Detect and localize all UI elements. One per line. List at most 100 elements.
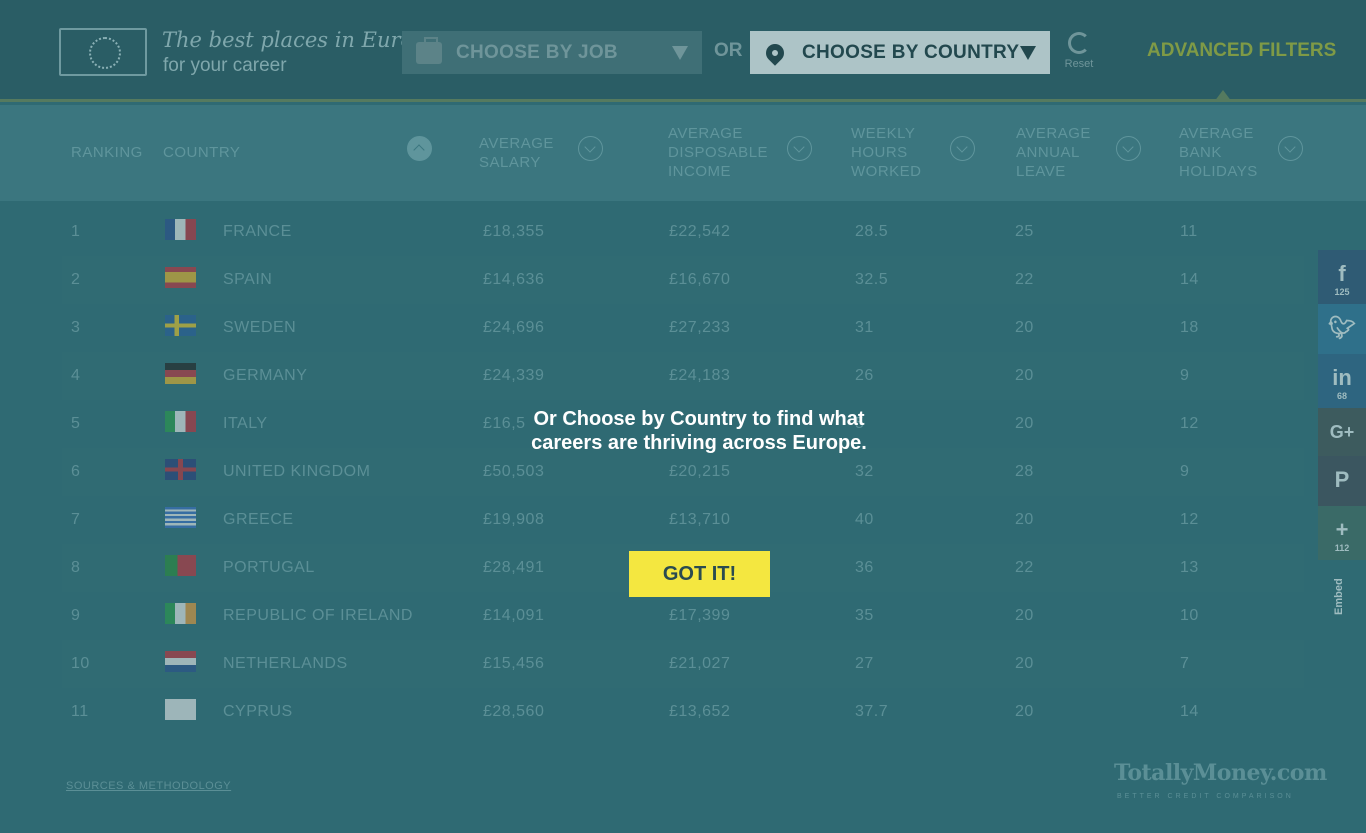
hours-cell: 28.5	[855, 223, 889, 240]
disposable-income-cell: £13,710	[669, 511, 731, 528]
bank-holidays-cell: 11	[1180, 223, 1198, 240]
googleplus-share-button[interactable]: G+	[1318, 408, 1366, 456]
sort-disposable-button[interactable]	[787, 136, 812, 161]
top-bar: The best places in Europe for your caree…	[0, 0, 1366, 102]
rank-cell: 6	[71, 463, 81, 480]
table-row: 9 REPUBLIC OF IRELAND £14,091 £17,399 35 20 10	[62, 592, 1304, 640]
sources-link[interactable]: SOURCES & METHODOLOGY	[66, 780, 231, 792]
salary-cell: £24,339	[483, 367, 545, 384]
more-share-button[interactable]: + 112	[1318, 506, 1366, 560]
advanced-filters-button[interactable]: ADVANCED FILTERS	[1147, 40, 1336, 62]
table-row: 11 CYPRUS £28,560 £13,652 37.7 20 14	[62, 688, 1304, 736]
reset-button[interactable]: Reset	[1062, 32, 1096, 74]
country-select[interactable]: CHOOSE BY COUNTRY	[750, 31, 1050, 74]
rank-cell: 3	[71, 319, 81, 336]
leave-cell: 20	[1015, 607, 1034, 624]
flag-icon	[165, 267, 196, 288]
leave-cell: 20	[1015, 511, 1034, 528]
logo-subtitle: for your career	[163, 55, 287, 76]
leave-cell: 20	[1015, 367, 1034, 384]
flag-icon	[165, 411, 196, 432]
rank-cell: 1	[71, 223, 81, 240]
job-select[interactable]: CHOOSE BY JOB	[402, 31, 702, 74]
salary-cell: £24,696	[483, 319, 545, 336]
rank-cell: 9	[71, 607, 81, 624]
disposable-income-cell: £27,233	[669, 319, 731, 336]
logo-title: The best places in Europe	[162, 28, 440, 52]
salary-cell: £28,560	[483, 703, 545, 720]
sort-salary-button[interactable]	[578, 136, 603, 161]
country-cell: GREECE	[223, 511, 294, 528]
location-pin-icon	[762, 39, 788, 66]
rank-cell: 10	[71, 655, 90, 672]
table-row: 7 GREECE £19,908 £13,710 40 20 12	[62, 496, 1304, 544]
eu-stars-icon	[89, 37, 121, 69]
country-cell: CYPRUS	[223, 703, 293, 720]
table-row: 4 GERMANY £24,339 £24,183 26 20 9	[62, 352, 1304, 400]
hours-cell: 32	[855, 463, 874, 480]
twitter-share-button[interactable]: 🐦︎	[1318, 304, 1366, 354]
table-row: 10 NETHERLANDS £15,456 £21,027 27 20 7	[62, 640, 1304, 688]
column-header-ranking: RANKING	[71, 144, 143, 161]
sort-hours-button[interactable]	[950, 136, 975, 161]
country-select-label: CHOOSE BY COUNTRY	[802, 41, 1020, 63]
country-cell: GERMANY	[223, 367, 308, 384]
leave-cell: 20	[1015, 319, 1034, 336]
sort-leave-button[interactable]	[1116, 136, 1141, 161]
chevron-down-icon	[1020, 45, 1036, 60]
chevron-down-icon	[672, 45, 688, 60]
country-cell: ITALY	[223, 415, 268, 432]
job-select-label: CHOOSE BY JOB	[456, 41, 618, 63]
column-header-leave: AVERAGE ANNUAL LEAVE	[1016, 125, 1091, 180]
linkedin-share-button[interactable]: in 68	[1318, 354, 1366, 408]
hours-cell: 32.5	[855, 271, 889, 288]
facebook-share-button[interactable]: f 125	[1318, 250, 1366, 304]
rank-cell: 7	[71, 511, 81, 528]
sort-country-button[interactable]	[407, 136, 432, 161]
country-cell: PORTUGAL	[223, 559, 315, 576]
column-header-salary: AVERAGE SALARY	[479, 135, 554, 171]
rank-cell: 4	[71, 367, 81, 384]
column-header-disposable-income: AVERAGE DISPOSABLE INCOME	[668, 125, 769, 180]
leave-cell: 25	[1015, 223, 1034, 240]
bank-holidays-cell: 7	[1180, 655, 1190, 672]
salary-cell: £50,503	[483, 463, 545, 480]
hours-cell: 40	[855, 511, 874, 528]
flag-icon	[165, 507, 196, 528]
flag-icon	[165, 699, 196, 720]
reset-icon	[1068, 32, 1090, 54]
disposable-income-cell: £24,183	[669, 367, 731, 384]
facebook-icon: f	[1338, 261, 1346, 286]
facebook-count: 125	[1334, 287, 1350, 297]
flag-icon	[165, 219, 196, 240]
got-it-button[interactable]: GOT IT!	[629, 551, 770, 597]
hours-cell: 26	[855, 367, 874, 384]
bank-holidays-cell: 12	[1180, 511, 1199, 528]
disposable-income-cell: £21,027	[669, 655, 731, 672]
twitter-icon: 🐦︎	[1328, 315, 1356, 340]
country-cell: SWEDEN	[223, 319, 297, 336]
bank-holidays-cell: 14	[1180, 271, 1199, 288]
leave-cell: 22	[1015, 559, 1034, 576]
pinterest-icon: P	[1334, 467, 1350, 492]
flag-icon	[165, 555, 196, 576]
salary-cell: £14,636	[483, 271, 545, 288]
hours-cell: 27	[855, 655, 874, 672]
reset-label: Reset	[1064, 58, 1094, 70]
table-header: RANKING COUNTRY AVERAGE SALARY AVERAGE D…	[0, 105, 1366, 201]
pinterest-share-button[interactable]: P	[1318, 456, 1366, 506]
leave-cell: 20	[1015, 415, 1034, 432]
country-cell: FRANCE	[223, 223, 292, 240]
advanced-filters-pointer	[1214, 90, 1232, 102]
hours-cell: 35	[855, 607, 874, 624]
salary-cell: £15,456	[483, 655, 545, 672]
flag-icon	[165, 315, 196, 336]
table-row: 3 SWEDEN £24,696 £27,233 31 20 18	[62, 304, 1304, 352]
disposable-income-cell: £16,670	[669, 271, 731, 288]
embed-button[interactable]: Embed	[1333, 575, 1353, 615]
sort-holidays-button[interactable]	[1278, 136, 1303, 161]
bank-holidays-cell: 14	[1180, 703, 1199, 720]
table-row: 1 FRANCE £18,355 £22,542 28.5 25 11	[62, 208, 1304, 256]
leave-cell: 20	[1015, 655, 1034, 672]
linkedin-icon: in	[1332, 365, 1352, 390]
